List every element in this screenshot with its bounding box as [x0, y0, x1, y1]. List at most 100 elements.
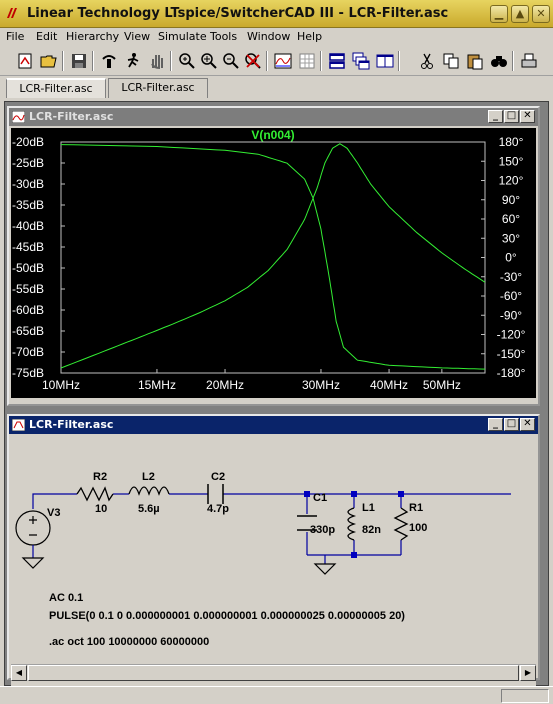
label-v3-ref: V3 [47, 507, 60, 519]
label-l1-ref: L1 [362, 502, 375, 514]
waveform-window-icon [12, 111, 25, 123]
y-left-tick-label: -65dB [12, 324, 44, 338]
plot-title: V(n004) [251, 128, 294, 142]
zoom-out-icon[interactable] [220, 50, 241, 71]
y-right-tick-label: -30° [500, 270, 522, 284]
y-left-tick-label: -60dB [12, 303, 44, 317]
waveform-grid-icon[interactable] [296, 50, 317, 71]
status-panel [501, 689, 549, 703]
run-icon[interactable] [122, 50, 143, 71]
window-title: Linear Technology LTspice/SwitcherCAD II… [27, 6, 449, 21]
schematic-window-title: LCR-Filter.asc [29, 418, 114, 431]
find-icon[interactable] [488, 50, 509, 71]
schematic-window: LCR-Filter.asc _ □ ✕ V3 R2 10 L2 5.6µ C2… [7, 414, 540, 686]
schematic-minimize-button[interactable]: _ [488, 418, 503, 431]
y-left-tick-label: -55dB [12, 282, 44, 296]
print-icon[interactable] [518, 50, 539, 71]
save-icon[interactable] [68, 50, 89, 71]
label-l2-ref: L2 [142, 471, 155, 483]
y-left-tick-label: -75dB [12, 366, 44, 380]
schematic-horizontal-scrollbar[interactable]: ◀ ▶ [11, 664, 536, 681]
ltspice-logo-icon [7, 8, 17, 18]
menu-help[interactable]: Help [297, 30, 322, 43]
y-right-tick-label: -120° [497, 328, 526, 342]
new-schematic-icon[interactable] [14, 50, 35, 71]
zoom-pan-icon[interactable] [198, 50, 219, 71]
y-left-tick-label: -40dB [12, 219, 44, 233]
directive-ac: AC 0.1 [49, 592, 83, 604]
scroll-thumb[interactable] [28, 665, 519, 681]
status-bar [0, 686, 553, 704]
x-tick-label: 50MHz [423, 378, 461, 392]
label-r2-value: 10 [95, 503, 107, 515]
label-r1-value: 100 [409, 522, 427, 534]
menu-tools[interactable]: Tools [210, 30, 237, 43]
control-panel-icon[interactable] [98, 50, 119, 71]
menu-file[interactable]: File [6, 30, 24, 43]
scroll-right-button[interactable]: ▶ [520, 665, 536, 681]
x-tick-label: 30MHz [302, 378, 340, 392]
y-right-tick-label: 30° [502, 231, 520, 245]
bode-plot[interactable]: V(n004) -20dB -25dB -30dB -35dB -40dB -45dB -50… [11, 128, 536, 398]
cascade-icon[interactable] [350, 50, 371, 71]
minimize-button[interactable]: ▁ [490, 5, 508, 23]
y-right-tick-label: 0° [505, 251, 517, 265]
tile-horizontal-icon[interactable] [326, 50, 347, 71]
magnitude-trace [60, 143, 486, 369]
plot-frame [60, 141, 486, 374]
cut-icon[interactable] [416, 50, 437, 71]
y-right-tick-label: 180° [499, 135, 524, 149]
scroll-left-button[interactable]: ◀ [11, 665, 27, 681]
schematic-close-button[interactable]: ✕ [520, 418, 535, 431]
waveform-window: LCR-Filter.asc _ □ ✕ V(n004) -20dB -25dB -3… [7, 106, 540, 406]
directive-pulse: PULSE(0 0.1 0 0.000000001 0.000000001 0.… [49, 610, 405, 622]
tile-vertical-icon[interactable] [374, 50, 395, 71]
y-right-tick-label: 120° [499, 174, 524, 188]
tab-lcr-filter-2[interactable]: LCR-Filter.asc [108, 78, 208, 98]
copy-icon[interactable] [440, 50, 461, 71]
tab-lcr-filter-1[interactable]: LCR-Filter.asc [6, 78, 106, 98]
schematic-canvas[interactable]: V3 R2 10 L2 5.6µ C2 4.7p C1 330p L1 82n … [11, 436, 536, 686]
y-left-tick-label: -25dB [12, 156, 44, 170]
menu-simulate[interactable]: Simulate [158, 30, 207, 43]
paste-icon[interactable] [464, 50, 485, 71]
y-right-tick-label: 90° [502, 193, 520, 207]
circuit-drawing[interactable]: V3 R2 10 L2 5.6µ C2 4.7p C1 330p L1 82n … [11, 436, 536, 686]
y-left-tick-label: -35dB [12, 198, 44, 212]
mdi-workspace: LCR-Filter.asc _ □ ✕ V(n004) -20dB -25dB -3… [4, 101, 549, 686]
y-left-tick-label: -30dB [12, 177, 44, 191]
open-icon[interactable] [38, 50, 59, 71]
halt-icon[interactable] [146, 50, 167, 71]
label-r2-ref: R2 [93, 471, 107, 483]
label-c1-value: 330p [310, 524, 335, 536]
menu-edit[interactable]: Edit [36, 30, 57, 43]
menu-hierarchy[interactable]: Hierarchy [66, 30, 119, 43]
x-tick-label: 15MHz [138, 378, 176, 392]
x-tick-label: 10MHz [42, 378, 80, 392]
zoom-in-icon[interactable] [176, 50, 197, 71]
document-tabs: LCR-Filter.asc LCR-Filter.asc [0, 76, 553, 100]
y-right-tick-label: -150° [497, 347, 526, 361]
label-l1-value: 82n [362, 524, 381, 536]
menu-view[interactable]: View [124, 30, 150, 43]
y-right-tick-label: -90° [500, 308, 522, 322]
close-button[interactable]: ✕ [532, 5, 550, 23]
waveform-window-titlebar[interactable]: LCR-Filter.asc _ □ ✕ [9, 108, 538, 126]
phase-trace [60, 144, 486, 370]
schematic-maximize-button[interactable]: □ [504, 418, 519, 431]
schematic-window-titlebar[interactable]: LCR-Filter.asc _ □ ✕ [9, 416, 538, 434]
title-bar[interactable]: Linear Technology LTspice/SwitcherCAD II… [0, 0, 553, 28]
waveform-close-button[interactable]: ✕ [520, 110, 535, 123]
waveform-minimize-button[interactable]: _ [488, 110, 503, 123]
menu-window[interactable]: Window [247, 30, 290, 43]
maximize-button[interactable]: ▲ [511, 5, 529, 23]
waveform-plot[interactable]: V(n004) -20dB -25dB -30dB -35dB -40dB -45dB -50… [11, 128, 536, 398]
y-left-tick-label: -50dB [12, 261, 44, 275]
autorange-icon[interactable] [272, 50, 293, 71]
zoom-cancel-icon[interactable] [242, 50, 263, 71]
y-right-tick-label: -60° [500, 289, 522, 303]
x-tick-label: 20MHz [206, 378, 244, 392]
label-r1-ref: R1 [409, 502, 423, 514]
y-left-tick-label: -70dB [12, 345, 44, 359]
waveform-maximize-button[interactable]: □ [504, 110, 519, 123]
